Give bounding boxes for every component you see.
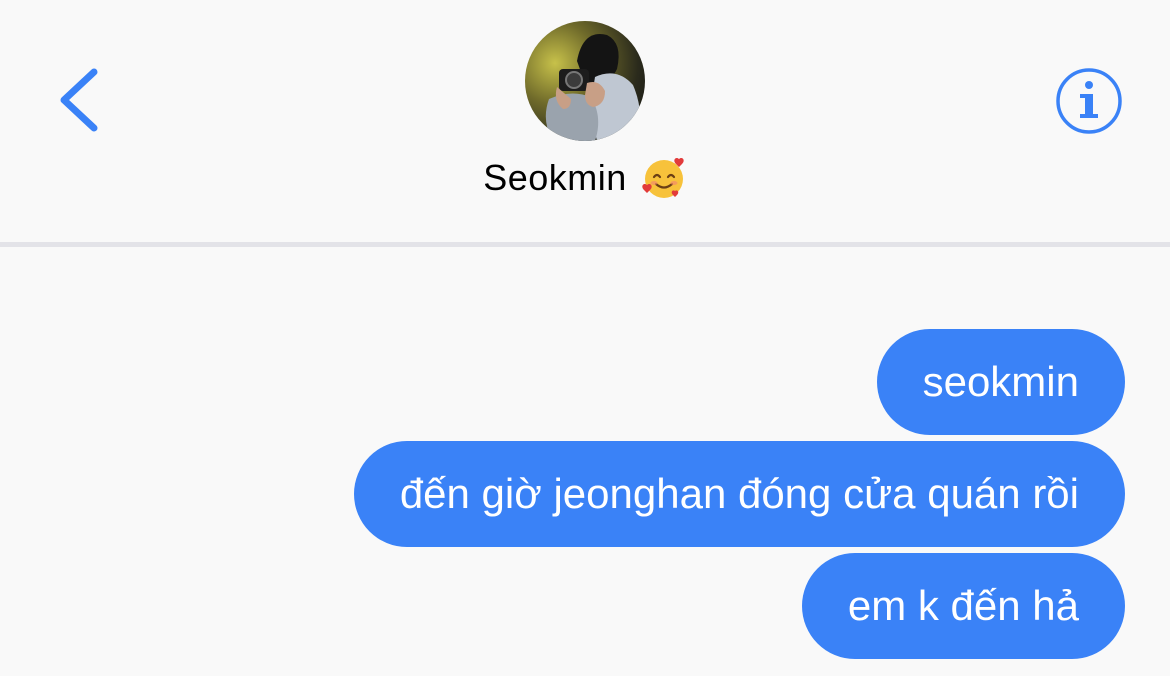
back-button[interactable] [50,60,110,140]
messages-screen: Seokmin seokmin đến giờ jeonghan đóng cử… [0,0,1170,676]
smiling-face-with-hearts-icon [641,155,687,201]
sent-message-bubble[interactable]: seokmin [876,329,1125,435]
conversation-header: Seokmin [0,0,1170,242]
avatar-photo [545,34,641,141]
header-divider [0,242,1170,247]
chevron-left-icon [60,68,98,132]
contact-name: Seokmin [483,157,627,198]
contact-name-row[interactable]: Seokmin [0,150,1170,206]
sent-message-bubble[interactable]: đến giờ jeonghan đóng cửa quán rồi [353,441,1125,547]
info-icon [1056,68,1122,134]
message-list: seokmin đến giờ jeonghan đóng cửa quán r… [353,329,1125,665]
sent-message-bubble[interactable]: em k đến hả [801,553,1125,659]
info-button[interactable] [1054,66,1124,136]
contact-avatar[interactable] [525,21,645,141]
